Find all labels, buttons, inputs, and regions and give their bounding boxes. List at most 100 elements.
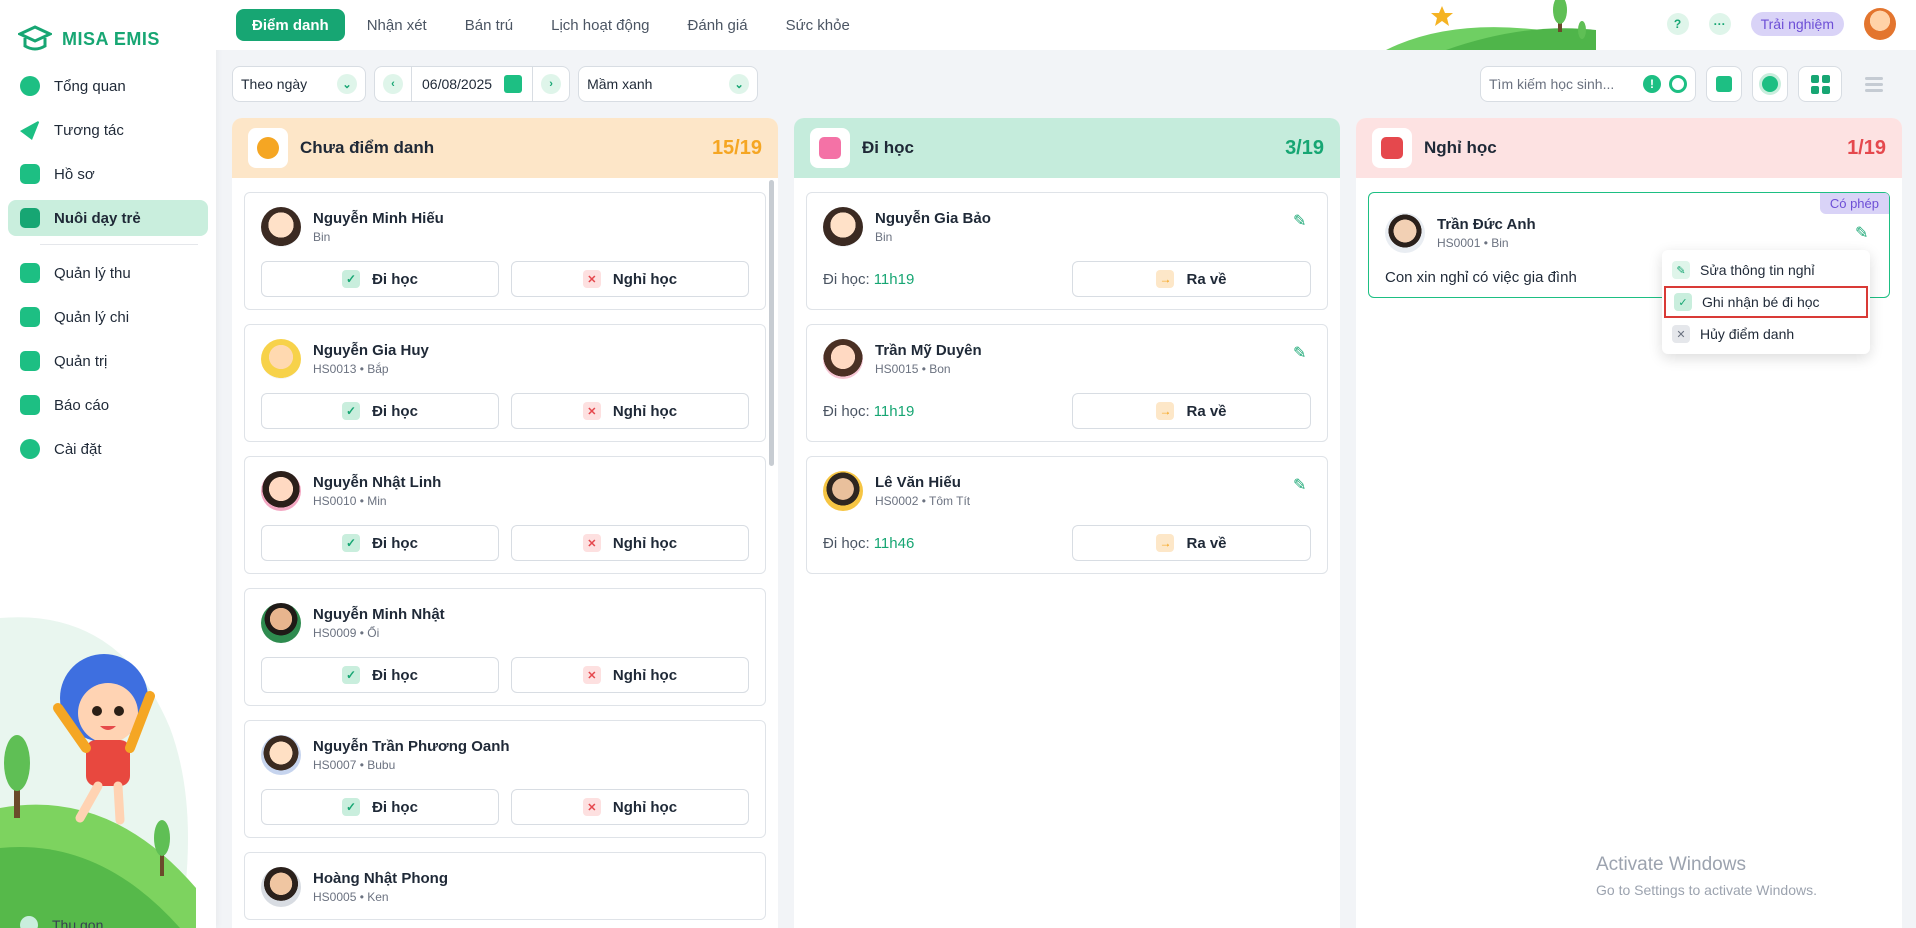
sidebar-item-overview[interactable]: Tổng quan — [8, 68, 208, 104]
date-input[interactable]: 06/08/2025 — [411, 67, 534, 101]
check-icon: ✓ — [342, 798, 361, 816]
check-out-button[interactable]: → Ra về — [1072, 393, 1311, 429]
mark-present-button[interactable]: ✓ Đi học — [261, 393, 499, 429]
button-label: Nghỉ học — [612, 402, 678, 420]
close-icon: ✕ — [1672, 325, 1690, 343]
gear-icon — [1762, 76, 1778, 92]
student-name: Nguyễn Gia Bảo — [875, 210, 991, 227]
sidebar-item-label: Quản trị — [54, 352, 108, 370]
brand-logo[interactable]: MISA EMIS — [0, 0, 216, 60]
edit-icon[interactable]: ✎ — [1293, 343, 1311, 362]
kid-illustration — [0, 617, 196, 928]
collapse-label: Thu gọn — [52, 917, 104, 928]
cancel-attendance-menu-item[interactable]: ✕ Hủy điểm danh — [1662, 318, 1870, 350]
sidebar-item-revenue[interactable]: Quản lý thu — [8, 255, 208, 291]
info-icon[interactable]: ! — [1643, 75, 1661, 93]
check-out-button[interactable]: → Ra về — [1072, 525, 1311, 561]
student-meta: Bin — [875, 230, 893, 244]
student-meta: HS0005 • Ken — [313, 890, 389, 904]
view-mode-value: Theo ngày — [241, 76, 308, 92]
download-button[interactable] — [1706, 66, 1742, 102]
view-mode-select[interactable]: Theo ngày ⌄ — [232, 66, 366, 102]
column-count: 3/19 — [1285, 136, 1324, 159]
column-count: 1/19 — [1847, 136, 1886, 159]
mark-present-button[interactable]: ✓ Đi học — [261, 525, 499, 561]
student-card: Nguyễn Trần Phương Oanh HS0007 • Bubu ✓ Đi… — [244, 720, 766, 838]
edit-icon[interactable]: ✎ — [1293, 211, 1311, 230]
grid-view-button[interactable] — [1798, 66, 1842, 102]
exit-arrow-icon: → — [1156, 534, 1175, 552]
tab-boarding[interactable]: Bán trú — [449, 9, 529, 41]
mark-absent-button[interactable]: ✕ Nghỉ học — [511, 393, 749, 429]
watermark-title: Activate Windows — [1596, 854, 1746, 875]
pie-chart-icon — [20, 76, 40, 96]
mark-present-button[interactable]: ✓ Đi học — [261, 261, 499, 297]
mark-absent-button[interactable]: ✕ Nghỉ học — [511, 261, 749, 297]
trial-badge[interactable]: Trải nghiệm — [1750, 12, 1844, 36]
edit-icon[interactable]: ✎ — [1855, 223, 1873, 242]
mark-present-button[interactable]: ✓ Đi học — [261, 789, 499, 825]
menu-item-label: Hủy điểm danh — [1700, 326, 1795, 342]
button-label: Nghỉ học — [612, 270, 678, 288]
check-in-label: Đi học: — [823, 534, 870, 552]
student-meta: HS0010 • Min — [313, 494, 387, 508]
sidebar-item-reports[interactable]: Báo cáo — [8, 387, 208, 423]
more-button[interactable]: ··· — [1708, 13, 1731, 35]
mark-absent-button[interactable]: ✕ Nghỉ học — [511, 657, 749, 693]
button-label: Đi học — [372, 270, 418, 288]
sidebar-item-label: Quản lý thu — [54, 264, 131, 282]
sidebar-item-childcare[interactable]: Nuôi dạy trẻ — [8, 200, 208, 236]
tab-evaluation[interactable]: Đánh giá — [672, 9, 764, 41]
mark-absent-button[interactable]: ✕ Nghỉ học — [511, 525, 749, 561]
sidebar-item-admin[interactable]: Quản trị — [8, 343, 208, 379]
column-header: Đi học 3/19 — [794, 118, 1340, 178]
settings-button[interactable] — [1752, 66, 1788, 102]
student-meta: HS0013 • Bắp — [313, 362, 389, 376]
sidebar-item-settings[interactable]: Cài đặt — [8, 431, 208, 467]
sidebar-item-expense[interactable]: Quản lý chi — [8, 299, 208, 335]
folder-icon — [20, 164, 40, 184]
avatar — [261, 867, 301, 907]
search-icon[interactable] — [1669, 75, 1687, 93]
search-input[interactable]: Tìm kiếm học sinh... — [1489, 76, 1614, 92]
download-icon — [1716, 76, 1732, 92]
home-heart-icon — [20, 208, 40, 228]
close-icon: ✕ — [582, 534, 601, 552]
student-card: Hoàng Nhật Phong HS0005 • Ken — [244, 852, 766, 920]
mark-absent-button[interactable]: ✕ Nghỉ học — [511, 789, 749, 825]
power-icon — [1372, 128, 1412, 168]
edit-icon[interactable]: ✎ — [1293, 475, 1311, 494]
check-in-value: 11h46 — [873, 534, 915, 552]
column-body: Nguyễn Minh Hiếu Bin ✓ Đi học ✕ Nghỉ học Ngu… — [232, 178, 778, 920]
column-unmarked: Chưa điểm danh 15/19 Nguyễn Minh Hiếu Bin… — [232, 118, 778, 928]
check-icon: ✓ — [342, 534, 361, 552]
student-card: Nguyễn Minh Nhật HS0009 • Ổi ✓ Đi học ✕ Nghỉ… — [244, 588, 766, 706]
next-date-button[interactable]: › — [533, 67, 569, 101]
sidebar-item-interaction[interactable]: Tương tác — [8, 112, 208, 148]
check-out-button[interactable]: → Ra về — [1072, 261, 1311, 297]
student-search[interactable]: Tìm kiếm học sinh... ! — [1480, 66, 1696, 102]
list-view-button[interactable] — [1852, 66, 1896, 102]
settings-icon — [20, 439, 40, 459]
class-select[interactable]: Mầm xanh ⌄ — [578, 66, 759, 102]
user-avatar[interactable] — [1864, 8, 1896, 40]
button-label: Nghỉ học — [612, 534, 678, 552]
help-button[interactable]: ? — [1666, 13, 1689, 35]
menu-item-label: Sửa thông tin nghỉ — [1700, 262, 1815, 278]
student-name: Lê Văn Hiếu — [875, 474, 961, 491]
alarm-clock-icon — [248, 128, 288, 168]
chevron-down-icon: ⌄ — [729, 74, 750, 94]
filter-bar: Theo ngày ⌄ ‹ 06/08/2025 › Mầm xanh ⌄ — [232, 66, 759, 102]
prev-date-button[interactable]: ‹ — [375, 67, 411, 101]
button-label: Đi học — [372, 402, 418, 420]
tab-attendance[interactable]: Điểm danh — [236, 9, 345, 41]
sidebar-item-records[interactable]: Hồ sơ — [8, 156, 208, 192]
tab-health[interactable]: Sức khỏe — [770, 9, 866, 41]
mark-present-button[interactable]: ✓ Đi học — [261, 657, 499, 693]
tab-activity-schedule[interactable]: Lịch hoạt động — [535, 9, 665, 41]
paper-plane-icon — [20, 120, 40, 140]
mark-present-menu-item[interactable]: ✓ Ghi nhận bé đi học — [1664, 286, 1868, 318]
sidebar-collapse[interactable]: Thu gọn — [20, 916, 103, 928]
tab-comments[interactable]: Nhận xét — [351, 9, 443, 41]
edit-absence-menu-item[interactable]: ✎ Sửa thông tin nghỉ — [1662, 254, 1870, 286]
